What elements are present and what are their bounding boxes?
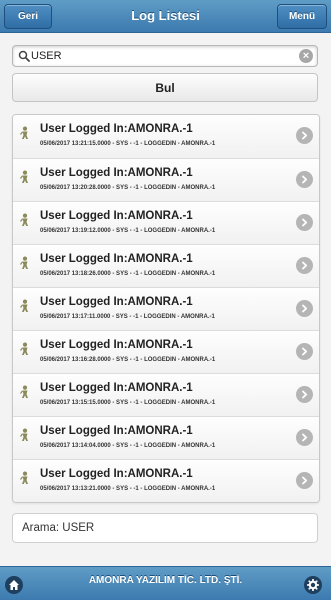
chevron-right-glyph [302, 347, 308, 356]
user-login-icon [20, 299, 28, 312]
log-item[interactable]: User Logged In:AMONRA.-1 05/06/2017 13:19… [13, 201, 319, 244]
chevron-right-icon[interactable] [296, 300, 313, 317]
chevron-right-icon[interactable] [296, 343, 313, 360]
chevron-right-glyph [302, 304, 308, 313]
log-title: User Logged In:AMONRA.-1 [40, 468, 193, 480]
log-detail: 05/06/2017 13:20:28.0000 - SYS - -1 - LO… [40, 185, 216, 191]
chevron-right-glyph [302, 390, 308, 399]
log-item[interactable]: User Logged In:AMONRA.-1 05/06/2017 13:18… [13, 244, 319, 287]
menu-button[interactable]: Menü [277, 4, 327, 29]
search-button[interactable]: Bul [12, 73, 318, 102]
chevron-right-glyph [302, 131, 308, 140]
log-title: User Logged In:AMONRA.-1 [40, 253, 193, 265]
search-result-text: Arama: USER [12, 513, 318, 543]
log-title: User Logged In:AMONRA.-1 [40, 339, 193, 351]
log-item[interactable]: User Logged In:AMONRA.-1 05/06/2017 13:17… [13, 287, 319, 330]
log-item[interactable]: User Logged In:AMONRA.-1 05/06/2017 13:15… [13, 373, 319, 416]
log-detail: 05/06/2017 13:16:28.0000 - SYS - -1 - LO… [40, 357, 216, 363]
chevron-right-glyph [302, 476, 308, 485]
user-login-icon [20, 428, 28, 441]
log-list: User Logged In:AMONRA.-1 05/06/2017 13:21… [12, 114, 320, 503]
log-item[interactable]: User Logged In:AMONRA.-1 05/06/2017 13:13… [13, 459, 319, 502]
footer-title: AMONRA YAZILIM TİC. LTD. ŞTİ. [88, 575, 243, 586]
log-title: User Logged In:AMONRA.-1 [40, 210, 193, 222]
log-detail: 05/06/2017 13:17:11.0000 - SYS - -1 - LO… [40, 314, 215, 320]
chevron-right-glyph [302, 175, 308, 184]
chevron-right-icon[interactable] [296, 429, 313, 446]
chevron-right-icon[interactable] [296, 171, 313, 188]
home-icon[interactable] [5, 576, 23, 594]
search-field[interactable]: × [12, 45, 318, 67]
log-title: User Logged In:AMONRA.-1 [40, 382, 193, 394]
log-detail: 05/06/2017 13:21:15.0000 - SYS - -1 - LO… [40, 141, 216, 147]
chevron-right-glyph [302, 218, 308, 227]
log-title: User Logged In:AMONRA.-1 [40, 123, 193, 135]
user-login-icon [20, 126, 28, 139]
log-title: User Logged In:AMONRA.-1 [40, 296, 193, 308]
user-login-icon [20, 256, 28, 269]
log-item[interactable]: User Logged In:AMONRA.-1 05/06/2017 13:20… [13, 158, 319, 201]
clear-icon[interactable]: × [299, 49, 313, 63]
user-login-icon [20, 385, 28, 398]
user-login-icon [20, 170, 28, 183]
log-item[interactable]: User Logged In:AMONRA.-1 05/06/2017 13:16… [13, 330, 319, 373]
user-login-icon [20, 471, 28, 484]
chevron-right-icon[interactable] [296, 386, 313, 403]
log-title: User Logged In:AMONRA.-1 [40, 425, 193, 437]
home-icon-glyph [9, 580, 19, 590]
user-login-icon [20, 213, 28, 226]
chevron-right-glyph [302, 433, 308, 442]
footer-bar: AMONRA YAZILIM TİC. LTD. ŞTİ. [0, 566, 331, 600]
chevron-right-icon[interactable] [296, 257, 313, 274]
log-item[interactable]: User Logged In:AMONRA.-1 05/06/2017 13:14… [13, 416, 319, 459]
user-login-icon [20, 342, 28, 355]
header-bar: Geri Log Listesi Menü [0, 0, 331, 33]
log-detail: 05/06/2017 13:14:04.0000 - SYS - -1 - LO… [40, 443, 216, 449]
search-icon [18, 50, 30, 62]
log-title: User Logged In:AMONRA.-1 [40, 167, 193, 179]
chevron-right-icon[interactable] [296, 127, 313, 144]
gear-icon[interactable] [304, 576, 322, 594]
log-detail: 05/06/2017 13:19:12.0000 - SYS - -1 - LO… [40, 228, 216, 234]
back-button[interactable]: Geri [4, 4, 52, 29]
search-input[interactable] [31, 48, 291, 64]
chevron-right-glyph [302, 261, 308, 270]
chevron-right-icon[interactable] [296, 214, 313, 231]
page-title: Log Listesi [131, 8, 200, 23]
log-item[interactable]: User Logged In:AMONRA.-1 05/06/2017 13:21… [13, 115, 319, 158]
gear-icon-glyph [307, 579, 319, 591]
log-detail: 05/06/2017 13:15:15.0000 - SYS - -1 - LO… [40, 400, 216, 406]
chevron-right-icon[interactable] [296, 472, 313, 489]
log-detail: 05/06/2017 13:13:21.0000 - SYS - -1 - LO… [40, 486, 216, 492]
log-detail: 05/06/2017 13:18:26.0000 - SYS - -1 - LO… [40, 271, 216, 277]
